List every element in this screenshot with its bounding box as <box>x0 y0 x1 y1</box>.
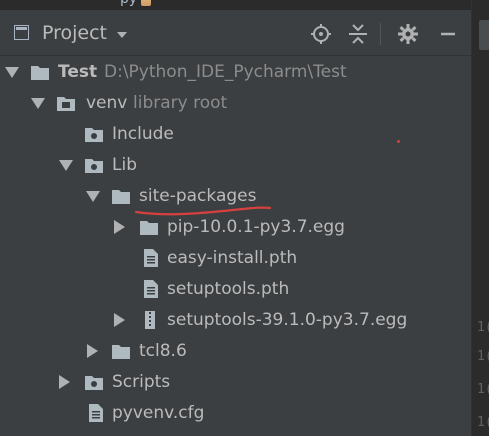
editor-edge-strip: 1( 1( 1( 1( <box>471 0 489 436</box>
chevron-right-icon[interactable] <box>114 313 125 327</box>
gutter-line-number: 1( <box>477 382 489 397</box>
editor-tab-strip: py <box>0 0 471 10</box>
hide-panel-icon[interactable] <box>437 23 459 45</box>
header-separator <box>380 23 381 45</box>
text-file-icon <box>144 249 158 267</box>
editor-tab-edge <box>479 20 489 50</box>
project-view-icon[interactable] <box>14 25 29 40</box>
tree-item-label: pip-10.0.1-py3.7.egg <box>167 217 345 237</box>
tree-item-label: setuptools.pth <box>167 279 290 299</box>
library-folder-icon <box>57 97 75 111</box>
collapse-all-icon[interactable] <box>347 23 369 45</box>
red-dot-annotation <box>397 140 400 143</box>
tree-item-label: setuptools-39.1.0-py3.7.egg <box>167 310 408 330</box>
python-file-icon <box>141 0 151 6</box>
tree-item-include[interactable]: Include <box>0 119 471 150</box>
project-panel-header: Project <box>0 10 471 56</box>
tree-item-pyvenv[interactable]: pyvenv.cfg <box>0 398 471 429</box>
red-underline-annotation <box>134 206 272 216</box>
tree-item-label: easy-install.pth <box>167 248 298 268</box>
tree-item-tcl[interactable]: tcl8.6 <box>0 336 471 367</box>
folder-icon <box>112 345 130 359</box>
editor-tab-fragment: py <box>120 0 137 7</box>
tree-item-label: venv <box>86 93 128 113</box>
folder-icon <box>85 159 103 173</box>
chevron-right-icon[interactable] <box>87 344 98 358</box>
panel-title[interactable]: Project <box>42 21 107 45</box>
folder-icon <box>85 128 103 142</box>
tree-item-root[interactable]: Test D:\Python_IDE_Pycharm\Test <box>0 57 471 88</box>
tree-item-easy-install[interactable]: easy-install.pth <box>0 243 471 274</box>
text-file-icon <box>144 280 158 298</box>
tree-item-setuptools-pth[interactable]: setuptools.pth <box>0 274 471 305</box>
tree-item-label: Include <box>112 124 174 144</box>
gutter-line-number: 1( <box>477 320 489 335</box>
chevron-right-icon[interactable] <box>59 375 70 389</box>
folder-icon <box>31 66 49 80</box>
folder-icon <box>85 376 103 390</box>
tree-item-scripts[interactable]: Scripts <box>0 367 471 398</box>
chevron-down-icon[interactable] <box>117 32 127 38</box>
tree-item-label: pyvenv.cfg <box>112 403 205 423</box>
tree-item-path: D:\Python_IDE_Pycharm\Test <box>104 62 347 82</box>
gutter-line-number: 1( <box>477 415 489 430</box>
archive-icon <box>145 311 155 329</box>
gear-icon[interactable] <box>397 23 419 45</box>
chevron-down-icon[interactable] <box>59 160 73 171</box>
tree-item-label: Lib <box>112 155 137 175</box>
folder-icon <box>140 221 158 235</box>
chevron-down-icon[interactable] <box>86 191 100 202</box>
tree-item-setuptools-egg[interactable]: setuptools-39.1.0-py3.7.egg <box>0 305 471 336</box>
tree-item-label: tcl8.6 <box>139 341 187 361</box>
config-file-icon <box>89 404 103 422</box>
tree-item-label: Test <box>58 62 98 82</box>
locate-target-icon[interactable] <box>310 23 332 45</box>
chevron-right-icon[interactable] <box>114 220 125 234</box>
folder-icon <box>112 190 130 204</box>
tree-item-lib[interactable]: Lib <box>0 150 471 181</box>
chevron-down-icon[interactable] <box>31 98 45 109</box>
tree-item-hint: library root <box>133 93 228 113</box>
tree-item-label: Scripts <box>112 372 171 392</box>
tree-item-venv[interactable]: venv library root <box>0 88 471 119</box>
chevron-down-icon[interactable] <box>5 67 19 78</box>
gutter-line-number: 1( <box>477 349 489 364</box>
